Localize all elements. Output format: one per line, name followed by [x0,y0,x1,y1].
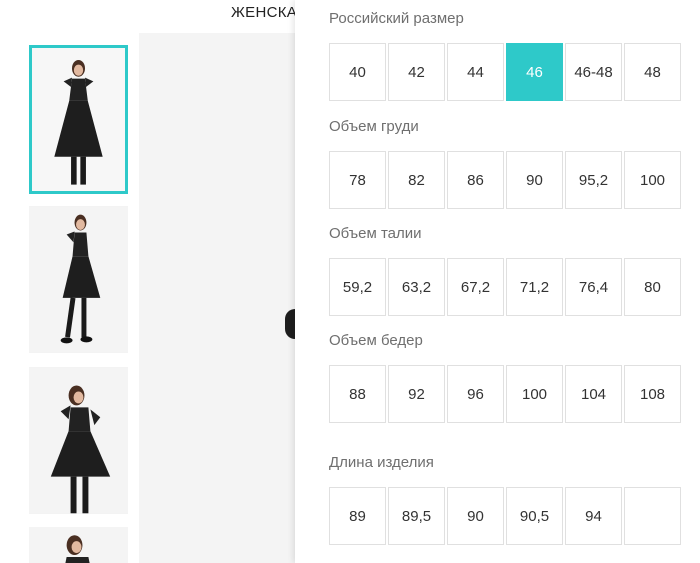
bust-value: 78 [329,151,386,209]
hips-value: 100 [506,365,563,423]
length-value: 89,5 [388,487,445,545]
dress-photo-icon [29,367,128,514]
hips-row: 88 92 96 100 104 108 [329,365,683,423]
thumbnail-4[interactable] [29,527,128,563]
waist-label: Объем талии [329,225,422,242]
waist-row: 59,2 63,2 67,2 71,2 76,4 80 [329,258,683,316]
thumbnail-gallery [29,45,129,563]
thumbnail-1[interactable] [29,45,128,194]
bust-value: 82 [388,151,445,209]
hips-value: 92 [388,365,445,423]
bust-value: 100 [624,151,681,209]
thumbnail-2[interactable] [29,206,128,353]
size-chart-panel: Российский размер 40 42 44 46 46-48 48 О… [295,0,700,563]
length-row: 89 89,5 90 90,5 94 [329,487,683,545]
bust-row: 78 82 86 90 95,2 100 [329,151,683,209]
bust-label: Объем груди [329,118,419,135]
length-value: 89 [329,487,386,545]
size-option[interactable]: 46-48 [565,43,622,101]
bust-value: 90 [506,151,563,209]
hips-label: Объем бедер [329,332,423,349]
main-product-image[interactable] [139,33,299,563]
russian-size-row: 40 42 44 46 46-48 48 [329,43,683,101]
page-title: ЖЕНСКА [231,4,298,21]
hips-value: 88 [329,365,386,423]
waist-value: 59,2 [329,258,386,316]
length-value: 90 [447,487,504,545]
hips-value: 108 [624,365,681,423]
size-option-selected[interactable]: 46 [506,43,563,101]
length-value: 94 [565,487,622,545]
waist-value: 63,2 [388,258,445,316]
dress-photo-icon [29,206,128,353]
size-option[interactable]: 40 [329,43,386,101]
dress-photo-icon [32,49,125,190]
length-value: 90,5 [506,487,563,545]
waist-value: 76,4 [565,258,622,316]
bust-value: 86 [447,151,504,209]
russian-size-label: Российский размер [329,10,464,27]
size-option[interactable]: 48 [624,43,681,101]
length-label: Длина изделия [329,454,434,471]
size-option[interactable]: 44 [447,43,504,101]
length-value-empty [624,487,681,545]
dress-photo-icon [29,527,128,563]
hips-value: 96 [447,365,504,423]
waist-value: 71,2 [506,258,563,316]
waist-value: 80 [624,258,681,316]
size-option[interactable]: 42 [388,43,445,101]
thumbnail-3[interactable] [29,367,128,514]
waist-value: 67,2 [447,258,504,316]
hips-value: 104 [565,365,622,423]
bust-value: 95,2 [565,151,622,209]
